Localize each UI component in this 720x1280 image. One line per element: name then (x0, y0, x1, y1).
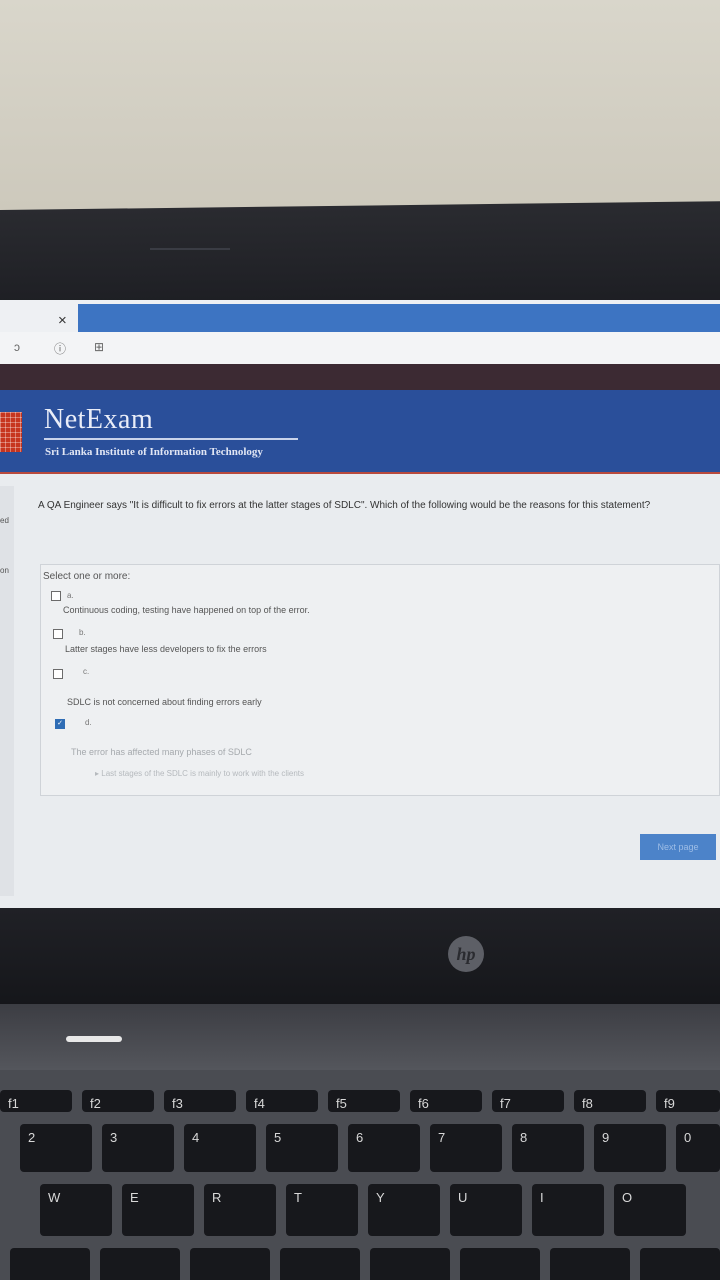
key[interactable]: f8 (574, 1090, 646, 1112)
option-c-letter: c. (83, 667, 90, 676)
key[interactable]: U (450, 1184, 522, 1236)
browser-chrome-band (0, 364, 720, 390)
feedback-text: ▸ Last stages of the SDLC is mainly to w… (95, 769, 304, 778)
institute-name: Sri Lanka Institute of Information Techn… (45, 446, 263, 458)
page-icon[interactable]: ⊞ (94, 340, 104, 354)
key[interactable]: 4 (184, 1124, 256, 1172)
option-a-text[interactable]: Continuous coding, testing have happened… (63, 605, 310, 615)
close-tab-icon[interactable]: × (58, 312, 67, 329)
answer-box: Select one or more: a. Continuous coding… (40, 564, 720, 796)
side-panel (0, 486, 14, 896)
option-d-checkbox[interactable]: ✓ (55, 719, 65, 729)
next-page-button[interactable]: Next page (640, 834, 716, 860)
key[interactable] (100, 1248, 180, 1280)
question-text: A QA Engineer says "It is difficult to f… (38, 500, 651, 511)
refresh-icon[interactable]: ↄ (14, 340, 20, 354)
key[interactable]: R (204, 1184, 276, 1236)
key[interactable] (550, 1248, 630, 1280)
key[interactable] (640, 1248, 720, 1280)
brand-title: NetExam (44, 404, 154, 435)
site-header: NetExam Sri Lanka Institute of Informati… (0, 390, 720, 472)
key[interactable]: f5 (328, 1090, 400, 1112)
laptop-screen: × ↄ ⓘ ⊞ NetExam Sri Lanka Institute of I… (0, 300, 720, 910)
key[interactable]: I (532, 1184, 604, 1236)
wall-background (0, 0, 720, 225)
key[interactable]: 2 (20, 1124, 92, 1172)
status-led (66, 1036, 122, 1042)
logo-grid-icon (0, 412, 22, 452)
key[interactable] (280, 1248, 360, 1280)
info-icon[interactable]: ⓘ (54, 340, 66, 357)
key[interactable]: 6 (348, 1124, 420, 1172)
option-b-text[interactable]: Latter stages have less developers to fi… (65, 644, 267, 654)
key[interactable]: f3 (164, 1090, 236, 1112)
key[interactable]: 7 (430, 1124, 502, 1172)
browser-tab-bar: × (0, 300, 720, 332)
key[interactable]: f9 (656, 1090, 720, 1112)
header-divider (0, 472, 720, 474)
option-b-checkbox[interactable] (53, 629, 63, 639)
key[interactable]: f7 (492, 1090, 564, 1112)
keyboard: f1 f2 f3 f4 f5 f6 f7 f8 f9 2 3 4 5 6 7 8… (0, 1070, 720, 1280)
key[interactable]: Y (368, 1184, 440, 1236)
key[interactable]: f6 (410, 1090, 482, 1112)
key[interactable] (190, 1248, 270, 1280)
option-d-text[interactable]: The error has affected many phases of SD… (71, 747, 252, 757)
key[interactable]: 0 (676, 1124, 720, 1172)
brand-divider (44, 438, 298, 440)
side-label: on (0, 566, 9, 575)
select-instructions: Select one or more: (43, 571, 131, 582)
key[interactable]: f4 (246, 1090, 318, 1112)
key[interactable]: f1 (0, 1090, 72, 1112)
option-d-letter: d. (85, 718, 92, 727)
side-label: ed (0, 516, 9, 525)
key[interactable]: 8 (512, 1124, 584, 1172)
bottom-bezel (0, 908, 720, 1008)
option-c-checkbox[interactable] (53, 669, 63, 679)
key[interactable]: 9 (594, 1124, 666, 1172)
key[interactable]: W (40, 1184, 112, 1236)
option-b-letter: b. (79, 628, 86, 637)
key[interactable]: 3 (102, 1124, 174, 1172)
key[interactable]: 5 (266, 1124, 338, 1172)
key[interactable] (370, 1248, 450, 1280)
key[interactable] (460, 1248, 540, 1280)
option-a-checkbox[interactable] (51, 591, 61, 601)
option-a-letter: a. (67, 591, 74, 600)
key[interactable]: O (614, 1184, 686, 1236)
key[interactable]: T (286, 1184, 358, 1236)
active-tab-strip (78, 304, 720, 332)
key[interactable]: E (122, 1184, 194, 1236)
key[interactable] (10, 1248, 90, 1280)
key[interactable]: f2 (82, 1090, 154, 1112)
option-c-text[interactable]: SDLC is not concerned about finding erro… (67, 697, 262, 707)
hp-logo-icon: hp (448, 936, 484, 972)
address-bar: ↄ ⓘ ⊞ (0, 332, 720, 365)
camera-strip (150, 248, 230, 250)
